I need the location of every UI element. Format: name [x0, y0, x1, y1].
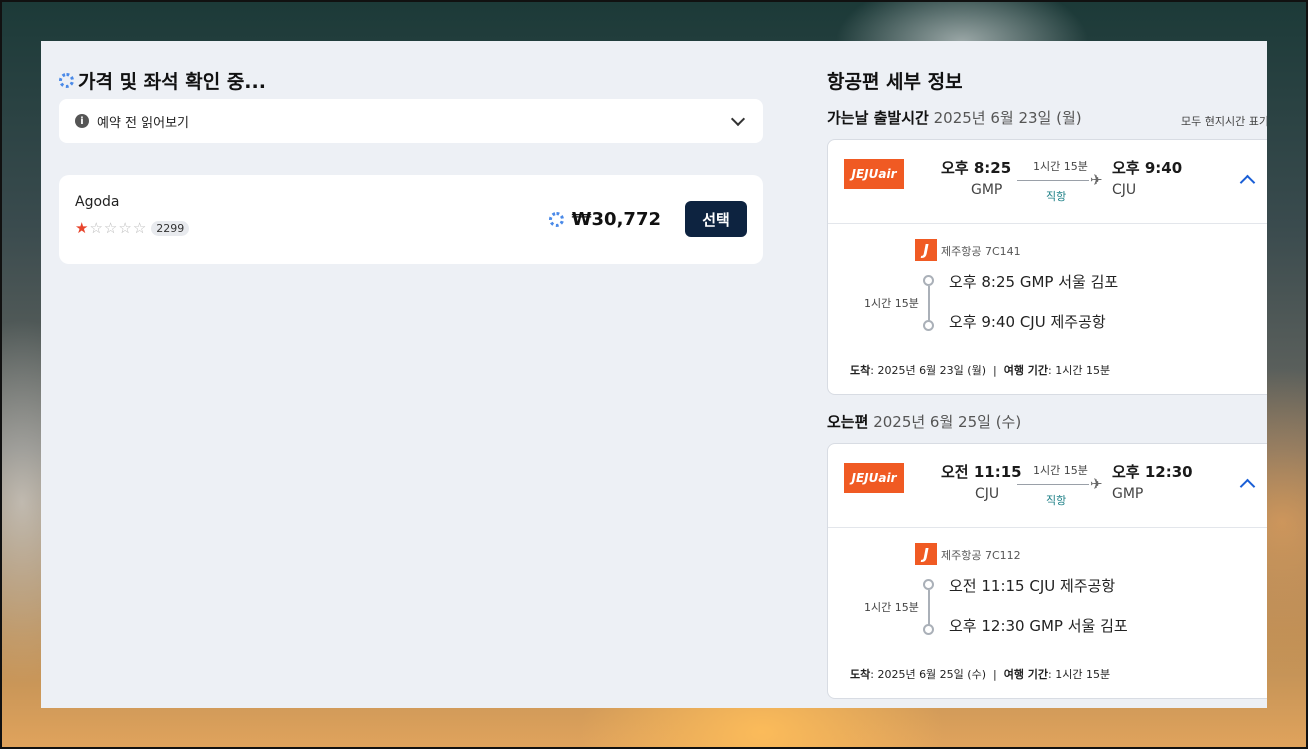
travel-time-label: 여행 기간	[1003, 668, 1049, 681]
return-flight-card: JEJUair 오전 11:15 CJU 1시간 15분 ✈ 직항 오후 12:…	[827, 443, 1267, 699]
segment-departure: 오전 11:15 CJU 제주공항	[949, 577, 1116, 595]
flight-duration: 1시간 15분	[1033, 464, 1088, 477]
stops-label: 직항	[1046, 190, 1067, 203]
jejuair-logo: JEJUair	[844, 159, 904, 189]
outbound-segment-details: J 제주항공 7C141 1시간 15분 오후 8:25 GMP 서울 김포 오…	[828, 224, 1267, 394]
return-label: 오는편	[827, 413, 869, 431]
read-before-booking-toggle[interactable]: i 예약 전 읽어보기	[59, 99, 763, 143]
segment-duration: 1시간 15분	[864, 601, 919, 614]
departure-time: 오전 11:15	[941, 463, 1022, 481]
departure-time: 오후 8:25	[941, 159, 1012, 177]
flight-number: 제주항공 7C141	[941, 245, 1021, 258]
review-count: 2299	[151, 221, 190, 236]
travel-time-label: 여행 기간	[1003, 364, 1049, 377]
local-time-note: 모두 현지시간 표기	[1181, 115, 1267, 128]
booking-panel: 가격 및 좌석 확인 중... i 예약 전 읽어보기 Agoda ★ ☆ ☆ …	[41, 41, 1267, 708]
timeline-line	[928, 286, 930, 324]
arrival-label: 도착	[850, 668, 871, 681]
outbound-flight-card: JEJUair 오후 8:25 GMP 1시간 15분 ✈ 직항 오후 9:40…	[827, 139, 1267, 395]
outbound-summary[interactable]: JEJUair 오후 8:25 GMP 1시간 15분 ✈ 직항 오후 9:40…	[828, 140, 1267, 224]
plane-icon: ✈	[1090, 475, 1103, 493]
segment-departure: 오후 8:25 GMP 서울 김포	[949, 273, 1119, 291]
departure-airport: CJU	[975, 486, 1000, 502]
plane-icon: ✈	[1090, 171, 1103, 189]
flight-duration: 1시간 15분	[1033, 160, 1088, 173]
chevron-up-icon[interactable]	[1239, 174, 1256, 191]
return-summary[interactable]: JEJUair 오전 11:15 CJU 1시간 15분 ✈ 직항 오후 12:…	[828, 444, 1267, 528]
jejuair-mini-logo-icon: J	[915, 543, 937, 565]
flight-number: 제주항공 7C112	[941, 549, 1021, 562]
arrival-summary: 도착: 2025년 6월 25일 (수) | 여행 기간: 1시간 15분	[850, 668, 1111, 681]
star-empty-icon: ☆	[89, 219, 103, 237]
loading-spinner-icon	[59, 73, 74, 88]
checking-status-text: 가격 및 좌석 확인 중...	[78, 71, 266, 93]
loading-spinner-icon	[548, 211, 564, 227]
segment-duration: 1시간 15분	[864, 297, 919, 310]
price-area: ₩30,772 선택	[548, 201, 747, 237]
outbound-date: 2025년 6월 23일 (월)	[933, 109, 1082, 127]
offer-price: ₩30,772	[571, 208, 661, 230]
checking-status: 가격 및 좌석 확인 중...	[59, 67, 266, 94]
return-segment-details: J 제주항공 7C112 1시간 15분 오전 11:15 CJU 제주공항 오…	[828, 528, 1267, 698]
outbound-label: 가는날 출발시간	[827, 109, 929, 127]
provider-rating: ★ ☆ ☆ ☆ ☆ 2299	[75, 219, 190, 237]
timeline-line	[928, 590, 930, 628]
stops-label: 직항	[1046, 494, 1067, 507]
info-icon: i	[75, 114, 89, 128]
arrival-time: 오후 12:30	[1112, 463, 1193, 481]
arrival-value: : 2025년 6월 25일 (수)	[870, 668, 986, 681]
timeline-dot	[923, 275, 934, 286]
star-empty-icon: ☆	[132, 219, 147, 237]
star-filled-icon: ★	[75, 219, 89, 237]
travel-time-value: : 1시간 15분	[1048, 364, 1111, 377]
timeline-dot	[923, 320, 934, 331]
flight-details-title: 항공편 세부 정보	[827, 71, 963, 93]
timeline-dot	[923, 624, 934, 635]
departure-airport: GMP	[971, 182, 1003, 198]
arrival-airport: CJU	[1112, 182, 1137, 198]
arrival-summary: 도착: 2025년 6월 23일 (월) | 여행 기간: 1시간 15분	[850, 364, 1111, 377]
star-empty-icon: ☆	[118, 219, 132, 237]
select-button[interactable]: 선택	[685, 201, 747, 237]
return-header: 오는편 2025년 6월 25일 (수)	[827, 411, 1021, 432]
arrival-value: : 2025년 6월 23일 (월)	[870, 364, 986, 377]
route-line	[1017, 180, 1089, 181]
arrival-airport: GMP	[1112, 486, 1144, 502]
segment-arrival: 오후 9:40 CJU 제주공항	[949, 313, 1106, 331]
outbound-header: 가는날 출발시간 2025년 6월 23일 (월)	[827, 107, 1082, 128]
offer-card: Agoda ★ ☆ ☆ ☆ ☆ 2299 ₩30,772 선택	[59, 175, 763, 264]
jejuair-logo: JEJUair	[844, 463, 904, 493]
provider-name: Agoda	[75, 194, 120, 210]
travel-time-value: : 1시간 15분	[1048, 668, 1111, 681]
return-date: 2025년 6월 25일 (수)	[873, 413, 1022, 431]
jejuair-mini-logo-icon: J	[915, 239, 937, 261]
arrival-label: 도착	[850, 364, 871, 377]
read-before-booking-label: 예약 전 읽어보기	[97, 115, 189, 131]
segment-arrival: 오후 12:30 GMP 서울 김포	[949, 617, 1128, 635]
chevron-up-icon[interactable]	[1239, 478, 1256, 495]
chevron-down-icon	[730, 111, 746, 127]
star-empty-icon: ☆	[103, 219, 118, 237]
arrival-time: 오후 9:40	[1112, 159, 1183, 177]
route-line	[1017, 484, 1089, 485]
timeline-dot	[923, 579, 934, 590]
